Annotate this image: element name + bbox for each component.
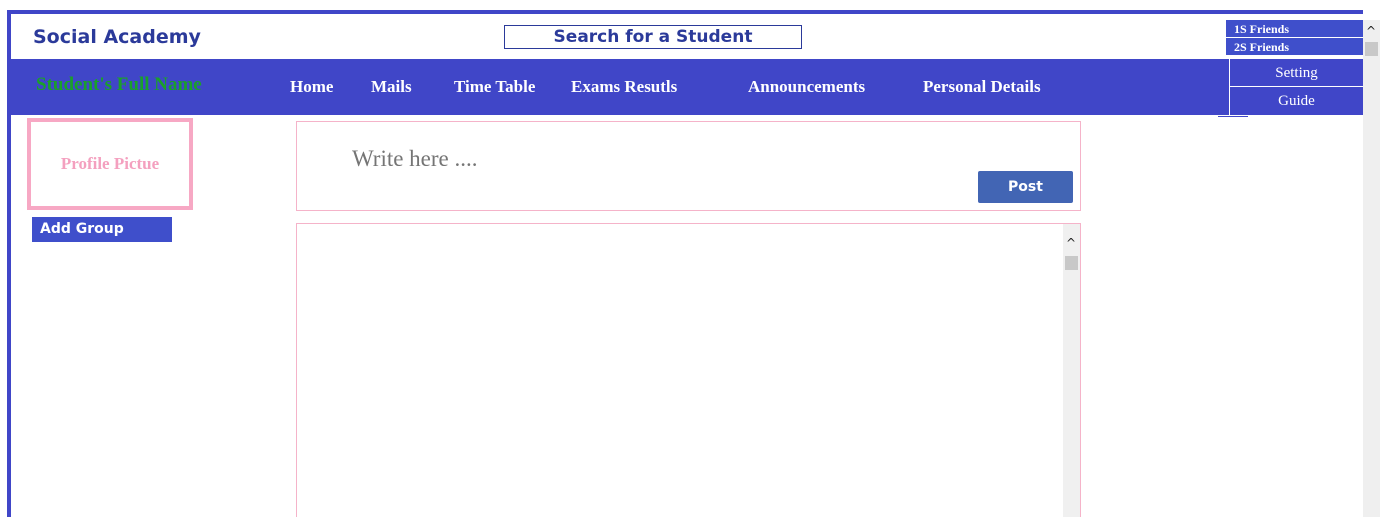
feed-scroll-thumb[interactable]	[1065, 256, 1078, 270]
side-menu: Setting Guide	[1229, 59, 1363, 115]
nav-exams-results[interactable]: Exams Resutls	[571, 77, 677, 97]
friends-2s-link[interactable]: 2S Friends	[1226, 38, 1363, 56]
menu-divider	[1218, 116, 1248, 117]
nav-time-table[interactable]: Time Table	[454, 77, 535, 97]
post-input[interactable]	[352, 146, 852, 172]
menu-setting[interactable]: Setting	[1230, 59, 1363, 87]
chevron-up-icon[interactable]: ^	[1366, 24, 1376, 38]
nav-announcements[interactable]: Announcements	[748, 77, 865, 97]
nav-mails[interactable]: Mails	[371, 77, 412, 97]
page-scroll-thumb[interactable]	[1365, 42, 1378, 56]
page-scrollbar[interactable]: ^	[1363, 20, 1380, 517]
friends-1s-link[interactable]: 1S Friends	[1226, 20, 1363, 38]
post-button[interactable]: Post	[978, 171, 1073, 203]
feed-scrollbar[interactable]: ^	[1063, 224, 1080, 517]
search-student-button[interactable]: Search for a Student	[504, 25, 802, 49]
brand-title[interactable]: Social Academy	[33, 26, 201, 48]
posts-feed: ^	[296, 223, 1081, 517]
student-name: Student's Full Name	[36, 74, 202, 95]
post-composer: Post	[296, 121, 1081, 211]
nav-personal-details[interactable]: Personal Details	[923, 77, 1041, 97]
page-frame-top	[7, 10, 1363, 14]
friends-list: 1S Friends 2S Friends	[1226, 20, 1363, 56]
add-group-button[interactable]: Add Group	[32, 217, 172, 242]
nav-home[interactable]: Home	[290, 77, 333, 97]
chevron-up-icon[interactable]: ^	[1066, 236, 1076, 250]
profile-picture[interactable]: Profile Pictue	[27, 118, 193, 210]
nav-bar	[11, 59, 1363, 115]
menu-guide[interactable]: Guide	[1230, 87, 1363, 115]
